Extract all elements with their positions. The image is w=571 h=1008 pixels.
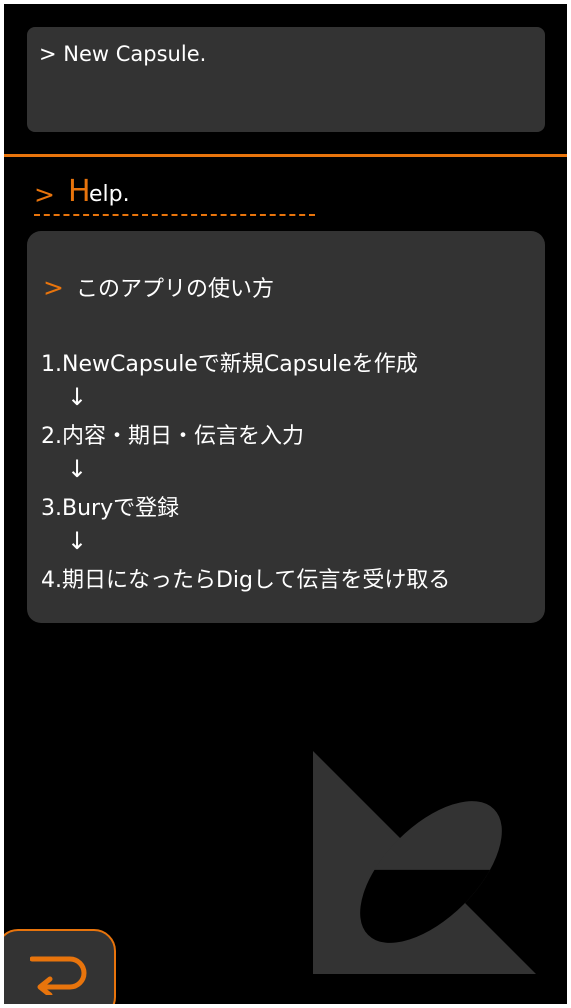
help-step-4: 4.期日になったらDigして伝言を受け取る [41, 568, 451, 593]
help-card-title-prompt: > [43, 273, 64, 302]
help-heading-prompt: > [34, 180, 55, 209]
return-arrow-icon [30, 956, 87, 995]
app-screen: > New Capsule. > H elp. > このアプリの使い方 1.New… [4, 4, 567, 1004]
help-heading: > H elp. [34, 172, 315, 216]
help-heading-rest: elp. [89, 182, 130, 207]
help-card-title: > このアプリの使い方 [43, 271, 274, 303]
section-divider [4, 154, 567, 157]
help-card-title-text: このアプリの使い方 [75, 277, 274, 302]
help-heading-initial: H [68, 174, 91, 209]
help-step-3: 3.Buryで登録 [41, 496, 180, 521]
help-step-1: 1.NewCapsuleで新規Capsuleを作成 [41, 352, 418, 377]
new-capsule-panel[interactable]: > New Capsule. [27, 27, 545, 132]
step-arrow-icon: ↓ [67, 527, 88, 555]
help-card: > このアプリの使い方 1.NewCapsuleで新規Capsuleを作成 ↓ 2… [27, 231, 545, 623]
step-arrow-icon: ↓ [67, 455, 88, 483]
capsule-logo-icon [309, 747, 544, 986]
new-capsule-label: > New Capsule. [39, 42, 207, 66]
help-step-2: 2.内容・期日・伝言を入力 [41, 424, 304, 449]
back-button[interactable] [4, 929, 116, 1004]
step-arrow-icon: ↓ [67, 383, 88, 411]
